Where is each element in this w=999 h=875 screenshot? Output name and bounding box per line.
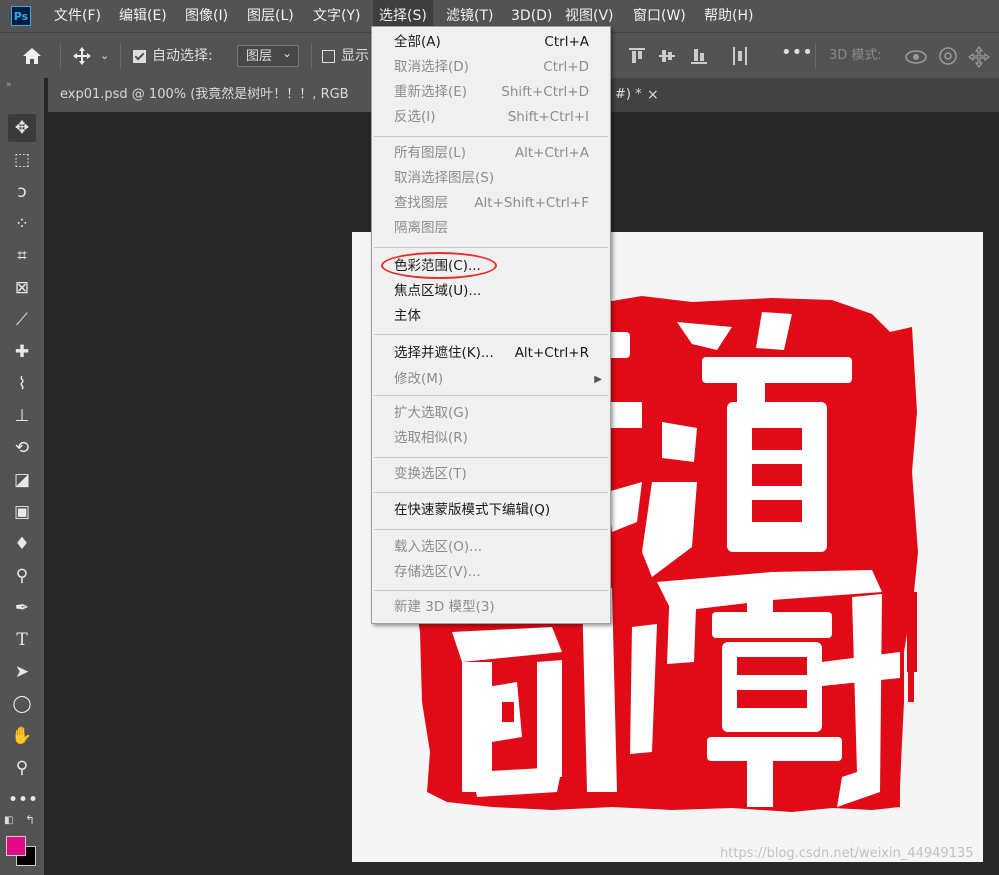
separator — [815, 43, 816, 69]
swap-colors-icon[interactable]: ↰ — [25, 813, 35, 827]
ellipse-tool-icon[interactable]: ◯ — [8, 690, 36, 718]
blur-tool-icon[interactable]: ♦ — [8, 530, 36, 558]
eyedropper-tool-icon[interactable]: ⟋ — [8, 306, 36, 334]
hand-tool-icon[interactable]: ✋ — [8, 722, 36, 750]
separator — [60, 43, 61, 69]
menu-item-deselect[interactable]: 取消选择(D) Ctrl+D — [372, 55, 610, 80]
menu-type[interactable]: 文字(Y) — [307, 0, 366, 32]
show-transform-label: 显示 — [341, 48, 369, 64]
menu-item-new-3d-model[interactable]: 新建 3D 模型(3) — [372, 595, 610, 620]
show-transform-checkbox[interactable] — [322, 49, 335, 63]
align-bottom-icon[interactable] — [690, 47, 708, 65]
menu-help[interactable]: 帮助(H) — [698, 0, 759, 32]
menu-item-load-selection[interactable]: 载入选区(O)... — [372, 535, 610, 560]
move-tool-icon[interactable] — [72, 46, 92, 66]
3d-roll-icon[interactable] — [938, 46, 958, 66]
menu-item-grow[interactable]: 扩大选取(G) — [372, 401, 610, 426]
more-options-icon[interactable]: ••• — [781, 30, 813, 76]
3d-pan-icon[interactable] — [968, 46, 990, 68]
crop-tool-icon[interactable]: ⌗ — [8, 242, 36, 270]
separator — [311, 43, 312, 69]
photoshop-logo[interactable]: Ps — [11, 6, 31, 26]
menu-window[interactable]: 窗口(W) — [627, 0, 692, 32]
foreground-color-swatch[interactable] — [6, 836, 26, 856]
pen-tool-icon[interactable]: ✒ — [8, 594, 36, 622]
path-selection-tool-icon[interactable]: ➤ — [8, 658, 36, 686]
dodge-tool-icon[interactable]: ⚲ — [8, 562, 36, 590]
home-icon[interactable] — [22, 47, 42, 65]
history-brush-tool-icon[interactable]: ⟲ — [8, 434, 36, 462]
show-transform-option[interactable]: 显示 — [322, 33, 369, 79]
distribute-icon[interactable] — [732, 46, 748, 66]
eraser-tool-icon[interactable]: ◪ — [8, 466, 36, 494]
menu-item-save-selection[interactable]: 存储选区(V)... — [372, 560, 610, 585]
menu-item-modify[interactable]: 修改(M) ▶ — [372, 367, 610, 392]
menu-item-similar[interactable]: 选取相似(R) — [372, 426, 610, 451]
move-tool-icon[interactable]: ✥ — [8, 114, 36, 142]
menu-separator — [374, 247, 608, 248]
tab-close-icon[interactable]: × — [647, 78, 659, 112]
frame-tool-icon[interactable]: ⊠ — [8, 274, 36, 302]
zoom-tool-icon[interactable]: ⚲ — [8, 754, 36, 782]
marquee-tool-icon[interactable]: ⬚ — [8, 146, 36, 174]
align-top-icon[interactable] — [628, 47, 646, 65]
quick-selection-tool-icon[interactable]: ⁘ — [8, 210, 36, 238]
menu-separator — [374, 590, 608, 591]
watermark-text: https://blog.csdn.net/weixin_44949135 — [720, 846, 974, 861]
menu-item-isolate-layers[interactable]: 隔离图层 — [372, 216, 610, 241]
panel-collapse-icon[interactable]: » — [6, 80, 12, 90]
menu-separator — [374, 395, 608, 396]
auto-select-option[interactable]: 自动选择: — [133, 33, 213, 79]
gradient-tool-icon[interactable]: ▣ — [8, 498, 36, 526]
document-tab-title-tail: #) * — [615, 87, 642, 102]
menu-item-quick-mask[interactable]: 在快速蒙版模式下编辑(Q) — [372, 498, 610, 523]
auto-select-target-dropdown[interactable]: 图层 — [237, 42, 299, 67]
tool-preset-chevron-icon[interactable]: ⌄ — [100, 33, 109, 79]
menu-edit[interactable]: 编辑(E) — [113, 0, 173, 32]
menu-layer[interactable]: 图层(L) — [241, 0, 300, 32]
3d-mode-label: 3D 模式: — [829, 48, 882, 63]
healing-brush-tool-icon[interactable]: ✚ — [8, 338, 36, 366]
menu-file[interactable]: 文件(F) — [48, 0, 107, 32]
separator — [120, 43, 121, 69]
clone-stamp-tool-icon[interactable]: ⊥ — [8, 402, 36, 430]
menu-separator — [374, 334, 608, 335]
menu-item-deselect-layers[interactable]: 取消选择图层(S) — [372, 166, 610, 191]
menu-item-transform-selection[interactable]: 变换选区(T) — [372, 462, 610, 487]
menu-item-select-all[interactable]: 全部(A) Ctrl+A — [372, 30, 610, 55]
menu-item-subject[interactable]: 主体 — [372, 304, 610, 329]
select-menu-dropdown: 全部(A) Ctrl+A 取消选择(D) Ctrl+D 重新选择(E) Shift+C… — [371, 26, 611, 624]
menu-item-inverse[interactable]: 反选(I) Shift+Ctrl+I — [372, 105, 610, 130]
menu-item-all-layers[interactable]: 所有图层(L) Alt+Ctrl+A — [372, 141, 610, 166]
auto-select-checkbox[interactable] — [133, 49, 146, 63]
auto-select-label: 自动选择: — [152, 48, 213, 64]
3d-orbit-icon[interactable] — [904, 46, 928, 66]
lasso-tool-icon[interactable]: ↄ — [8, 178, 36, 206]
menu-image[interactable]: 图像(I) — [179, 0, 234, 32]
type-tool-icon[interactable]: T — [8, 626, 36, 654]
menu-separator — [374, 492, 608, 493]
menu-item-find-layers[interactable]: 查找图层 Alt+Shift+Ctrl+F — [372, 191, 610, 216]
menu-item-focus-area[interactable]: 焦点区域(U)... — [372, 279, 610, 304]
edit-toolbar-icon[interactable]: ••• — [8, 786, 38, 814]
tools-panel: » ✥ ⬚ ↄ ⁘ ⌗ ⊠ ⟋ ✚ ⌇ ⊥ ⟲ ◪ ▣ ♦ ⚲ ✒ T ➤ ◯ … — [0, 78, 44, 875]
default-colors-icon[interactable]: ◧ — [4, 815, 13, 826]
submenu-arrow-icon: ▶ — [594, 374, 602, 385]
brush-tool-icon[interactable]: ⌇ — [8, 370, 36, 398]
menu-separator — [374, 529, 608, 530]
menu-separator — [374, 457, 608, 458]
align-vertical-center-icon[interactable] — [658, 47, 676, 65]
menu-separator — [374, 136, 608, 137]
menu-item-color-range[interactable]: 色彩范围(C)... — [372, 252, 610, 279]
document-tab[interactable]: exp01.psd @ 100% (我竟然是树叶！！！, RGB — [48, 78, 383, 112]
menu-item-select-and-mask[interactable]: 选择并遮住(K)... Alt+Ctrl+R — [372, 341, 610, 366]
menu-item-reselect[interactable]: 重新选择(E) Shift+Ctrl+D — [372, 80, 610, 105]
